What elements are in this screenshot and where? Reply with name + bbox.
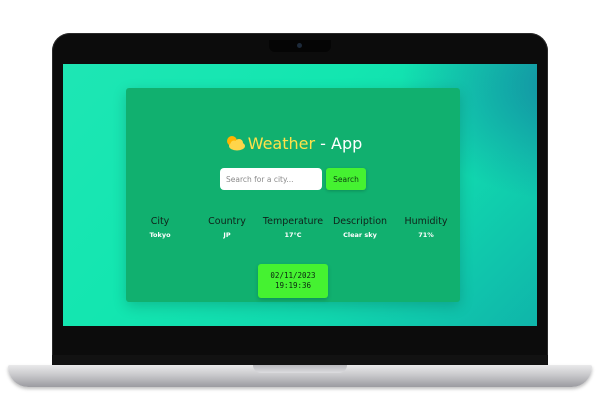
search-bar: Search: [220, 168, 366, 190]
search-button[interactable]: Search: [326, 168, 366, 190]
humidity-value: 71%: [418, 231, 434, 239]
datetime-display: 02/11/2023 19:19:36: [258, 264, 328, 298]
time-text: 19:19:36: [274, 281, 312, 290]
date-text: 02/11/2023: [270, 271, 316, 280]
search-input[interactable]: [220, 168, 322, 190]
laptop-mockup: Weather - App Search City Tokyo Country …: [0, 0, 600, 400]
laptop-bezel-bottom: [52, 355, 548, 365]
humidity-column: Humidity 71%: [386, 216, 466, 239]
humidity-label: Humidity: [404, 216, 448, 227]
sun-cloud-icon: [226, 136, 245, 151]
laptop-thumb-notch: [253, 365, 347, 373]
app-title-suffix: - App: [315, 134, 363, 153]
app-title: Weather - App: [126, 134, 460, 153]
weather-card: Weather - App Search City Tokyo Country …: [126, 88, 460, 302]
laptop-screen: Weather - App Search City Tokyo Country …: [63, 64, 537, 326]
camera-icon: [297, 43, 302, 48]
app-title-prefix: Weather: [247, 134, 316, 153]
